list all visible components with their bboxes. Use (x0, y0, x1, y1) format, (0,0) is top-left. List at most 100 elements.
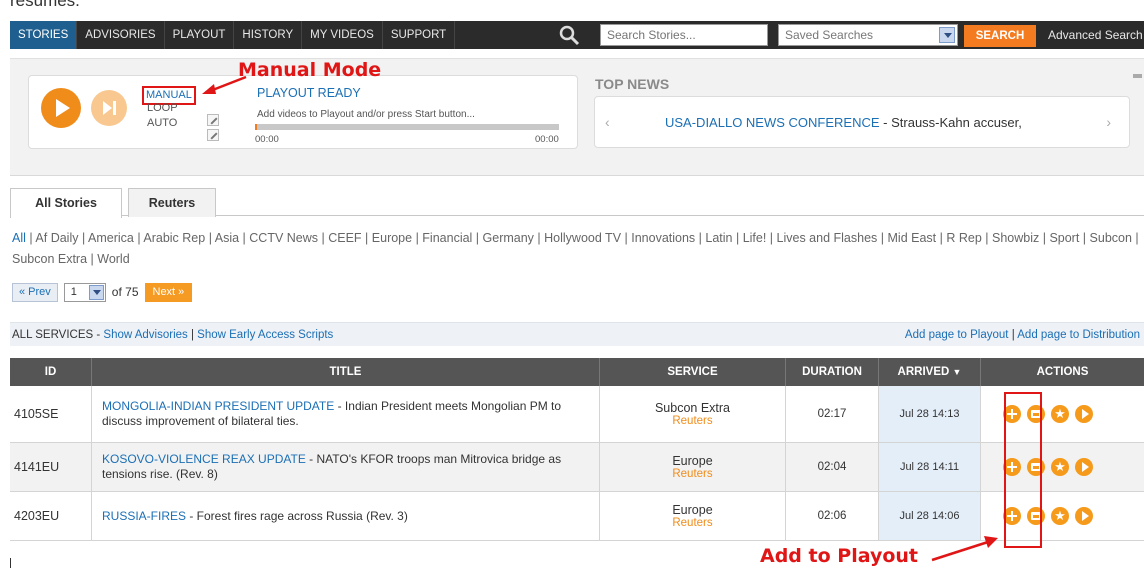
services-left: ALL SERVICES - Show Advisories | Show Ea… (12, 323, 333, 347)
category-link[interactable]: Subcon Extra (12, 252, 87, 266)
story-title-link[interactable]: KOSOVO-VIOLENCE REAX UPDATE (102, 452, 306, 466)
category-link[interactable]: CCTV News (249, 231, 318, 245)
separator: | (766, 231, 777, 245)
category-link[interactable]: R Rep (946, 231, 981, 245)
service-provider[interactable]: Reuters (600, 517, 785, 529)
story-title: RUSSIA-FIRES - Forest fires rage across … (92, 492, 600, 540)
chevron-right-icon[interactable]: › (1106, 114, 1111, 130)
category-filter: All | Af Daily | America | Arabic Rep | … (12, 228, 1144, 270)
sort-down-icon[interactable]: ▼ (953, 367, 962, 377)
chevron-down-icon[interactable] (88, 284, 104, 300)
category-link[interactable]: Hollywood TV (544, 231, 621, 245)
category-link[interactable]: America (88, 231, 134, 245)
category-link[interactable]: Af Daily (35, 231, 78, 245)
story-service: Europe Reuters (600, 492, 786, 540)
play-icon[interactable] (1075, 458, 1093, 476)
category-link[interactable]: Life! (743, 231, 767, 245)
table-row[interactable]: 4105SE MONGOLIA-INDIAN PRESIDENT UPDATE -… (10, 386, 1144, 443)
playout-player: MANUAL LOOP AUTO PLAYOUT READY Add video… (28, 75, 578, 149)
category-link[interactable]: Subcon (1090, 231, 1132, 245)
story-title-link[interactable]: RUSSIA-FIRES (102, 509, 186, 523)
col-service[interactable]: SERVICE (600, 358, 786, 386)
separator: | (1079, 231, 1090, 245)
annotation-arrow-icon (931, 536, 998, 562)
tab-advisories[interactable]: ADVISORIES (77, 21, 165, 49)
playout-modes: MANUAL LOOP AUTO (142, 86, 196, 131)
play-icon[interactable] (41, 88, 81, 128)
services-right: Add page to Playout | Add page to Distri… (905, 323, 1140, 347)
tab-history[interactable]: HISTORY (234, 21, 303, 49)
playout-progress-bar[interactable] (255, 124, 559, 130)
advanced-search-link[interactable]: Advanced Search (1048, 21, 1143, 49)
add-page-playout-link[interactable]: Add page to Playout (905, 329, 1009, 341)
category-link[interactable]: Innovations (631, 231, 695, 245)
story-title-link[interactable]: MONGOLIA-INDIAN PRESIDENT UPDATE (102, 399, 334, 413)
search-icon[interactable] (558, 24, 580, 46)
skip-next-icon[interactable] (91, 90, 127, 126)
separator: | (695, 231, 706, 245)
col-title[interactable]: TITLE (92, 358, 600, 386)
top-news-headline-link[interactable]: USA-DIALLO NEWS CONFERENCE (665, 115, 880, 130)
category-link[interactable]: Germany (483, 231, 534, 245)
category-link[interactable]: Europe (372, 231, 412, 245)
edit-auto-icon[interactable] (207, 129, 219, 141)
tab-all-stories[interactable]: All Stories (10, 188, 122, 218)
separator: | (621, 231, 632, 245)
prev-page-button[interactable]: « Prev (12, 282, 58, 302)
service-provider[interactable]: Reuters (600, 415, 785, 427)
next-page-button[interactable]: Next » (144, 282, 193, 302)
tab-stories[interactable]: STORIES (10, 21, 78, 49)
tab-reuters[interactable]: Reuters (128, 188, 216, 217)
category-link[interactable]: Asia (215, 231, 239, 245)
separator: | (87, 252, 98, 266)
table-row[interactable]: 4141EU KOSOVO-VIOLENCE REAX UPDATE - NATO… (10, 443, 1144, 492)
story-id: 4203EU (10, 492, 92, 540)
service-name: Europe (672, 454, 713, 468)
play-icon[interactable] (1075, 405, 1093, 423)
category-link[interactable]: Sport (1049, 231, 1079, 245)
page-select[interactable]: 1 (63, 282, 106, 302)
star-icon[interactable]: ★ (1051, 458, 1069, 476)
category-link[interactable]: Arabic Rep (143, 231, 205, 245)
tab-my-videos[interactable]: MY VIDEOS (302, 21, 383, 49)
story-summary: - Forest fires rage across Russia (Rev. … (186, 508, 408, 523)
play-icon[interactable] (1075, 507, 1093, 525)
add-page-distribution-link[interactable]: Add page to Distribution (1017, 329, 1140, 341)
col-duration[interactable]: DURATION (786, 358, 879, 386)
search-button[interactable]: SEARCH (964, 25, 1036, 47)
annotation-manual-mode: Manual Mode (238, 59, 382, 81)
time-start: 00:00 (255, 134, 279, 145)
category-link[interactable]: Showbiz (992, 231, 1039, 245)
chevron-down-icon[interactable] (939, 27, 955, 43)
category-link[interactable]: All (12, 231, 26, 245)
show-advisories-link[interactable]: Show Advisories (103, 329, 187, 341)
chevron-left-icon[interactable]: ‹ (605, 114, 610, 130)
star-icon[interactable]: ★ (1051, 405, 1069, 423)
category-link[interactable]: Lives and Flashes (777, 231, 878, 245)
service-provider[interactable]: Reuters (600, 468, 785, 480)
story-arrived: Jul 28 14:11 (879, 443, 981, 491)
saved-searches-select[interactable]: Saved Searches (778, 24, 958, 46)
search-input[interactable] (600, 24, 768, 46)
tab-playout[interactable]: PLAYOUT (165, 21, 235, 49)
top-news-headline[interactable]: USA-DIALLO NEWS CONFERENCE - Strauss-Kah… (665, 115, 1022, 130)
story-id: 4105SE (10, 386, 92, 442)
mode-auto[interactable]: AUTO (147, 116, 196, 131)
pager: « Prev 1 of 75 Next » (12, 282, 193, 302)
category-link[interactable]: Mid East (888, 231, 937, 245)
page-number: 1 (70, 285, 77, 298)
category-link[interactable]: Financial (422, 231, 472, 245)
tab-support[interactable]: SUPPORT (383, 21, 456, 49)
collapse-icon[interactable] (1133, 74, 1142, 78)
show-early-access-link[interactable]: Show Early Access Scripts (197, 329, 333, 341)
category-link[interactable]: Latin (705, 231, 732, 245)
story-duration: 02:04 (786, 443, 879, 491)
col-arrived[interactable]: ARRIVED ▼ (879, 358, 981, 386)
star-icon[interactable]: ★ (1051, 507, 1069, 525)
category-link[interactable]: World (97, 252, 129, 266)
edit-loop-icon[interactable] (207, 114, 219, 126)
category-link[interactable]: CEEF (328, 231, 361, 245)
col-id[interactable]: ID (10, 358, 92, 386)
story-arrived: Jul 28 14:13 (879, 386, 981, 442)
separator: | (533, 231, 545, 245)
